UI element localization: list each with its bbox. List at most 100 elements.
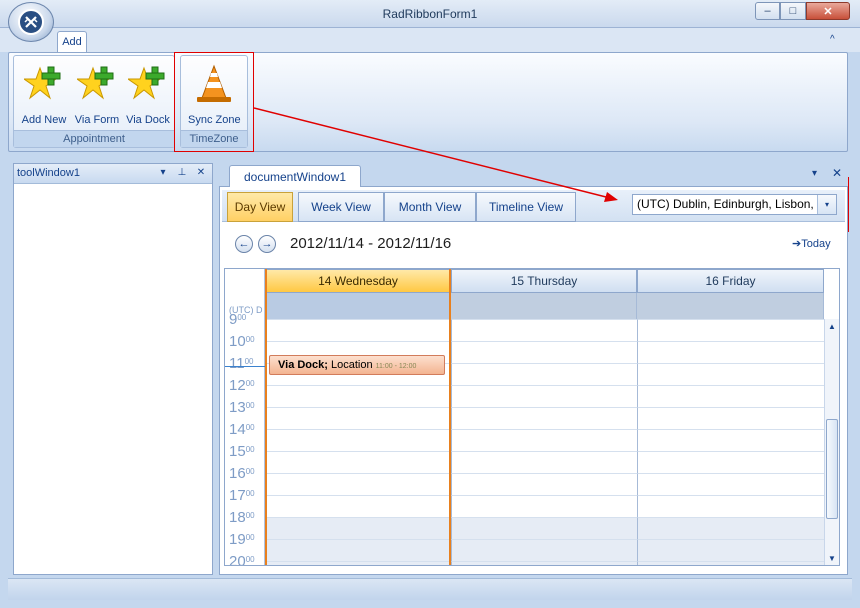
time-slot[interactable] xyxy=(451,429,637,451)
time-slot[interactable] xyxy=(451,407,637,429)
time-slot[interactable] xyxy=(265,539,451,561)
time-slot[interactable] xyxy=(451,473,637,495)
via-form-button[interactable]: Via Form xyxy=(71,60,123,128)
timezone-dropdown[interactable]: (UTC) Dublin, Edinburgh, Lisbon, L xyxy=(632,194,837,215)
time-slot[interactable] xyxy=(637,341,824,363)
tool-window-title: toolWindow1 xyxy=(17,167,80,179)
application-menu-button[interactable] xyxy=(8,2,54,42)
time-ruler: (UTC) D 900 1000 1100 1200 1300 1400 1500 1600 1… xyxy=(225,269,265,566)
time-slot[interactable] xyxy=(451,341,637,363)
time-slot[interactable] xyxy=(637,319,824,341)
time-slot[interactable] xyxy=(637,517,824,539)
hour-minutes: 00 xyxy=(245,401,255,410)
chevron-down-icon[interactable]: ▾ xyxy=(817,195,836,214)
hour-minutes: 00 xyxy=(245,467,255,476)
appointment-location: Location xyxy=(331,359,373,371)
scrollbar-thumb[interactable] xyxy=(826,419,838,519)
time-slot[interactable] xyxy=(637,495,824,517)
time-slot[interactable] xyxy=(451,561,637,565)
time-slot[interactable] xyxy=(265,429,451,451)
ribbon-tab-strip xyxy=(0,28,860,52)
hour-number: 16 xyxy=(229,465,246,482)
tab-day-view[interactable]: Day View xyxy=(227,192,293,222)
time-slot[interactable] xyxy=(637,363,824,385)
time-slot[interactable] xyxy=(637,539,824,561)
hour-number: 11 xyxy=(229,355,245,372)
today-right-border xyxy=(449,269,451,565)
today-label: Today xyxy=(801,238,831,250)
tab-timeline-view[interactable]: Timeline View xyxy=(476,192,576,222)
hour-minutes: 00 xyxy=(245,489,255,498)
time-slot[interactable] xyxy=(265,385,451,407)
scheduler-grid: (UTC) D 900 1000 1100 1200 1300 1400 1500 1600 1… xyxy=(224,268,840,566)
via-dock-label: Via Dock xyxy=(126,114,170,126)
time-slot[interactable] xyxy=(451,319,637,341)
add-new-button[interactable]: Add New xyxy=(18,60,70,128)
tab-document-window[interactable]: documentWindow1 xyxy=(229,165,361,187)
hour-label: 1400 xyxy=(229,421,263,438)
all-day-cell[interactable] xyxy=(451,293,637,319)
hour-number: 14 xyxy=(229,421,246,438)
time-slot[interactable] xyxy=(637,407,824,429)
time-slot[interactable] xyxy=(265,319,451,341)
time-slot[interactable] xyxy=(265,407,451,429)
document-menu-icon[interactable]: ▾ xyxy=(812,168,817,179)
hour-minutes: 00 xyxy=(244,357,254,366)
maximize-button[interactable]: □ xyxy=(780,2,806,20)
day-header-friday[interactable]: 16 Friday xyxy=(637,269,824,293)
hour-label: 1100 xyxy=(229,355,263,372)
all-day-cell[interactable] xyxy=(265,293,451,319)
hour-label: 1200 xyxy=(229,377,263,394)
all-day-cell[interactable] xyxy=(637,293,824,319)
hour-minutes: 00 xyxy=(245,533,255,542)
tab-week-view[interactable]: Week View xyxy=(298,192,384,222)
group-appointment: Add New Via Form Via Dock Appointment xyxy=(13,55,175,148)
ribbon-collapse-icon[interactable]: ^ xyxy=(830,34,844,48)
hour-minutes: 00 xyxy=(245,423,255,432)
hour-minutes: 00 xyxy=(245,379,255,388)
tab-add[interactable]: Add xyxy=(57,31,87,53)
document-close-icon[interactable]: ✕ xyxy=(832,166,842,180)
time-slot[interactable] xyxy=(265,451,451,473)
hour-number: 20 xyxy=(229,553,246,566)
previous-arrow-icon[interactable]: ← xyxy=(235,235,253,253)
time-slot[interactable] xyxy=(451,495,637,517)
time-slot[interactable] xyxy=(265,517,451,539)
appointment[interactable]: Via Dock; Location 11:00 - 12:00 xyxy=(269,355,445,375)
time-slot[interactable] xyxy=(637,561,824,565)
day-header-thursday[interactable]: 15 Thursday xyxy=(451,269,637,293)
tool-window: toolWindow1 ▾ ⊥ ✕ xyxy=(13,163,213,575)
time-slot[interactable] xyxy=(265,473,451,495)
close-button[interactable]: ✕ xyxy=(806,2,850,20)
next-arrow-icon[interactable]: → xyxy=(258,235,276,253)
time-slot[interactable] xyxy=(637,451,824,473)
time-slot[interactable] xyxy=(637,473,824,495)
scroll-down-icon[interactable]: ▼ xyxy=(828,554,836,563)
tool-window-menu-icon[interactable]: ▾ xyxy=(157,167,169,179)
hour-label: 2000 xyxy=(229,553,263,566)
time-slot[interactable] xyxy=(637,429,824,451)
appointment-time: 11:00 - 12:00 xyxy=(375,363,417,370)
tab-month-view[interactable]: Month View xyxy=(384,192,476,222)
time-slot[interactable] xyxy=(451,517,637,539)
via-dock-button[interactable]: Via Dock xyxy=(122,60,174,128)
today-button[interactable]: ➔Today xyxy=(792,237,831,250)
app-logo-icon xyxy=(18,9,44,35)
current-time-indicator xyxy=(225,366,265,367)
day-header-wednesday[interactable]: 14 Wednesday xyxy=(265,269,451,293)
time-slot[interactable] xyxy=(637,385,824,407)
date-range-label: 2012/11/14 - 2012/11/16 xyxy=(290,235,452,252)
time-slot[interactable] xyxy=(451,451,637,473)
hour-label: 900 xyxy=(229,311,263,328)
pin-icon[interactable]: ⊥ xyxy=(176,167,188,179)
time-slot[interactable] xyxy=(265,561,451,565)
minimize-button[interactable]: – xyxy=(755,2,780,20)
add-new-label: Add New xyxy=(21,114,67,126)
scroll-up-icon[interactable]: ▲ xyxy=(828,322,836,331)
time-slot[interactable] xyxy=(451,385,637,407)
time-slot[interactable] xyxy=(451,539,637,561)
hour-number: 10 xyxy=(229,333,246,350)
tool-window-close-icon[interactable]: ✕ xyxy=(195,167,207,179)
time-slot[interactable] xyxy=(451,363,637,385)
time-slot[interactable] xyxy=(265,495,451,517)
